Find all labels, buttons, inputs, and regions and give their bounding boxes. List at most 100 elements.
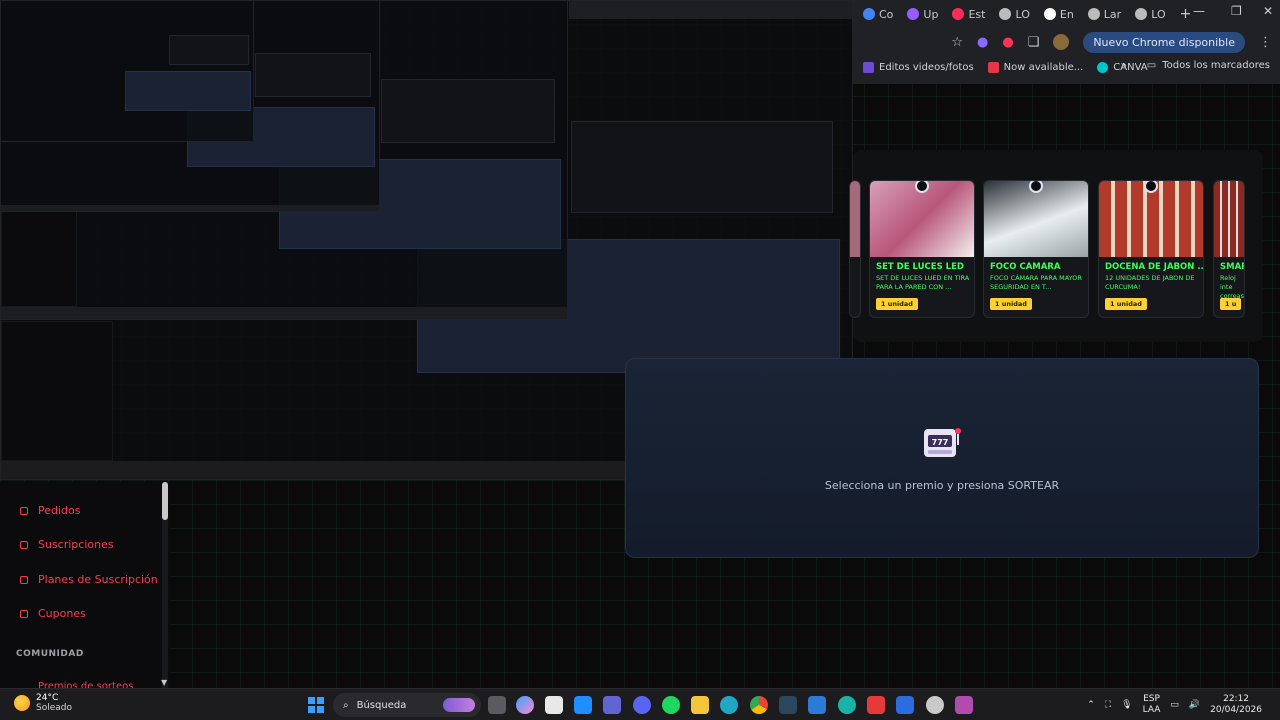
tab-favicon-icon	[863, 8, 875, 20]
taskbar-search[interactable]: ⌕ Búsqueda	[333, 693, 481, 717]
chrome-icon[interactable]	[750, 696, 768, 714]
quantity-badge: 1 unidad	[876, 298, 918, 310]
record-extension-icon[interactable]: ●	[1002, 35, 1013, 50]
prize-card[interactable]: DOCENA DE JABÓN ... 12 UNIDADES DE JABON…	[1098, 180, 1204, 318]
system-tray: ⌃ ⛶ 🎙 ESP LAA ▭ 🔊 22:12 20/04/2026	[1087, 689, 1280, 720]
network-icon[interactable]: ⛶	[1105, 700, 1111, 710]
file-explorer-icon[interactable]	[545, 696, 563, 714]
volume-icon[interactable]: 🔊	[1189, 700, 1200, 710]
slot-machine-icon: 777	[924, 428, 961, 457]
raffle-panel: 777 Selecciona un premio y presiona SORT…	[625, 358, 1259, 558]
sidebar-scrollbar[interactable]	[162, 482, 168, 688]
upwork-icon	[907, 8, 920, 20]
sidebar-item-label: Cupones	[38, 607, 86, 620]
clock-time: 22:12	[1223, 694, 1250, 704]
product-description: FOCO CÁMARA PARA MAYOR SEGURIDAD EN T...	[990, 274, 1082, 291]
sidebar-item-pedidos[interactable]: Pedidos	[20, 504, 81, 517]
quantity-badge: 1 u	[1220, 298, 1242, 310]
profile-avatar[interactable]	[1053, 34, 1070, 50]
maximize-button[interactable]: ❐	[1231, 4, 1242, 18]
product-description: 12 UNIDADES DE JABON DE CURCUMA!	[1105, 274, 1195, 291]
bookmark-favicon-icon	[863, 61, 874, 73]
menu-kebab-icon[interactable]: ⋮	[1259, 35, 1272, 50]
language-indicator[interactable]: ESP LAA	[1143, 694, 1161, 716]
discord-icon[interactable]	[633, 696, 651, 714]
sidebar-item-label: Pedidos	[38, 504, 81, 517]
browser-tab[interactable]: Up	[901, 3, 944, 25]
prize-card-partial[interactable]: SMART Reloj inte correas ... 1 u	[1213, 180, 1245, 318]
sidebar-item-planes[interactable]: Planes de Suscripción	[20, 573, 158, 586]
spotify-icon[interactable]	[662, 696, 680, 714]
bookmark-item[interactable]: Now available...	[987, 61, 1083, 73]
weather-widget[interactable]: 24°C Soleado	[14, 693, 72, 713]
prize-card[interactable]: FOCO CAMARA FOCO CÁMARA PARA MAYOR SEGUR…	[983, 180, 1089, 318]
zoom-icon[interactable]	[896, 696, 914, 714]
sidebar-item-suscripciones[interactable]: Suscripciones	[20, 538, 114, 551]
system-clock[interactable]: 22:12 20/04/2026	[1210, 694, 1262, 716]
sidebar-item-cupones[interactable]: Cupones	[20, 607, 86, 620]
close-button[interactable]: ✕	[1263, 4, 1273, 18]
weather-temp: 24°C	[36, 693, 59, 703]
app-icon[interactable]	[926, 696, 944, 714]
copilot-icon[interactable]	[516, 696, 534, 714]
admin-sidebar: Pedidos Suscripciones Planes de Suscripc…	[0, 482, 170, 692]
extension-icon[interactable]: ●	[977, 35, 988, 50]
prize-card-partial[interactable]	[849, 180, 861, 318]
teams-icon[interactable]	[603, 696, 621, 714]
chrome-update-button[interactable]: Nuevo Chrome disponible	[1083, 31, 1245, 53]
sidebar-item-label: Suscripciones	[38, 538, 114, 551]
bookmark-star-icon[interactable]: ☆	[951, 35, 963, 50]
quantity-badge: 1 unidad	[990, 298, 1032, 310]
start-button[interactable]	[308, 697, 324, 713]
app-icon[interactable]	[867, 696, 885, 714]
product-name: FOCO CAMARA	[990, 262, 1061, 272]
tiktok-icon	[1043, 8, 1056, 20]
chrome-window-header: Co Up Est LO En Lar LO + — ❐ ✕ ☆ ● ● ❏ N…	[853, 0, 1280, 84]
browser-tab[interactable]: LO	[993, 3, 1035, 25]
bookmark-item[interactable]: Editos videos/fotos	[863, 61, 974, 73]
task-view-icon[interactable]	[488, 696, 506, 714]
mail-icon[interactable]	[574, 696, 592, 714]
browser-tab[interactable]: Est	[946, 3, 991, 25]
browser-tab[interactable]: En	[1038, 3, 1080, 25]
monitor-icon[interactable]: ▭	[1170, 700, 1179, 710]
all-bookmarks-link[interactable]: Todos los marcadores	[1162, 60, 1270, 71]
app-icon[interactable]	[838, 696, 856, 714]
microphone-icon[interactable]: 🎙	[1121, 700, 1132, 710]
bookmarks-overflow-button[interactable]: »	[1121, 60, 1127, 71]
folder-icon[interactable]	[691, 696, 709, 714]
product-image	[1214, 181, 1244, 257]
product-name: SET DE LUCES LED	[876, 262, 964, 272]
tab-favicon-icon	[999, 8, 1012, 20]
steam-icon[interactable]	[779, 696, 797, 714]
puzzle-icon[interactable]: ❏	[1028, 35, 1040, 50]
edge-icon[interactable]	[720, 696, 738, 714]
mirror-level-4	[0, 0, 254, 142]
browser-toolbar: ☆ ● ● ❏ Nuevo Chrome disponible ⋮	[853, 28, 1280, 56]
app-icon[interactable]	[808, 696, 826, 714]
scrollbar-thumb[interactable]	[162, 482, 168, 520]
product-image	[850, 181, 860, 257]
plans-icon	[20, 575, 28, 584]
tab-label: Co	[879, 7, 894, 21]
keyboard-layout: LAA	[1142, 705, 1161, 715]
browser-tab[interactable]: LO	[1129, 3, 1171, 25]
language-code: ESP	[1143, 694, 1160, 704]
prize-carousel: SET DE LUCES LED SET DE LUCES LUED EN TI…	[849, 150, 1263, 397]
product-description: SET DE LUCES LUED EN TIRA PARA LA PARED …	[876, 274, 970, 291]
tab-label: LO	[1151, 7, 1166, 21]
tab-favicon-icon	[1087, 8, 1100, 20]
scroll-down-arrow[interactable]: ▼	[161, 678, 167, 687]
bookmarks-bar: Editos videos/fotos Now available... CAN…	[853, 56, 1280, 78]
chevron-up-icon[interactable]: ⌃	[1087, 700, 1095, 710]
app-icon[interactable]	[955, 696, 973, 714]
browser-tab[interactable]: Co	[857, 3, 899, 25]
browser-tab[interactable]: Lar	[1082, 3, 1127, 25]
prize-card[interactable]: SET DE LUCES LED SET DE LUCES LUED EN TI…	[869, 180, 975, 318]
minimize-button[interactable]: —	[1193, 4, 1205, 18]
quantity-badge: 1 unidad	[1105, 298, 1147, 310]
raffle-instruction: Selecciona un premio y presiona SORTEAR	[824, 479, 1060, 492]
tab-label: LO	[1015, 7, 1030, 21]
coupons-icon	[20, 609, 28, 618]
search-highlight-icon	[443, 698, 475, 712]
